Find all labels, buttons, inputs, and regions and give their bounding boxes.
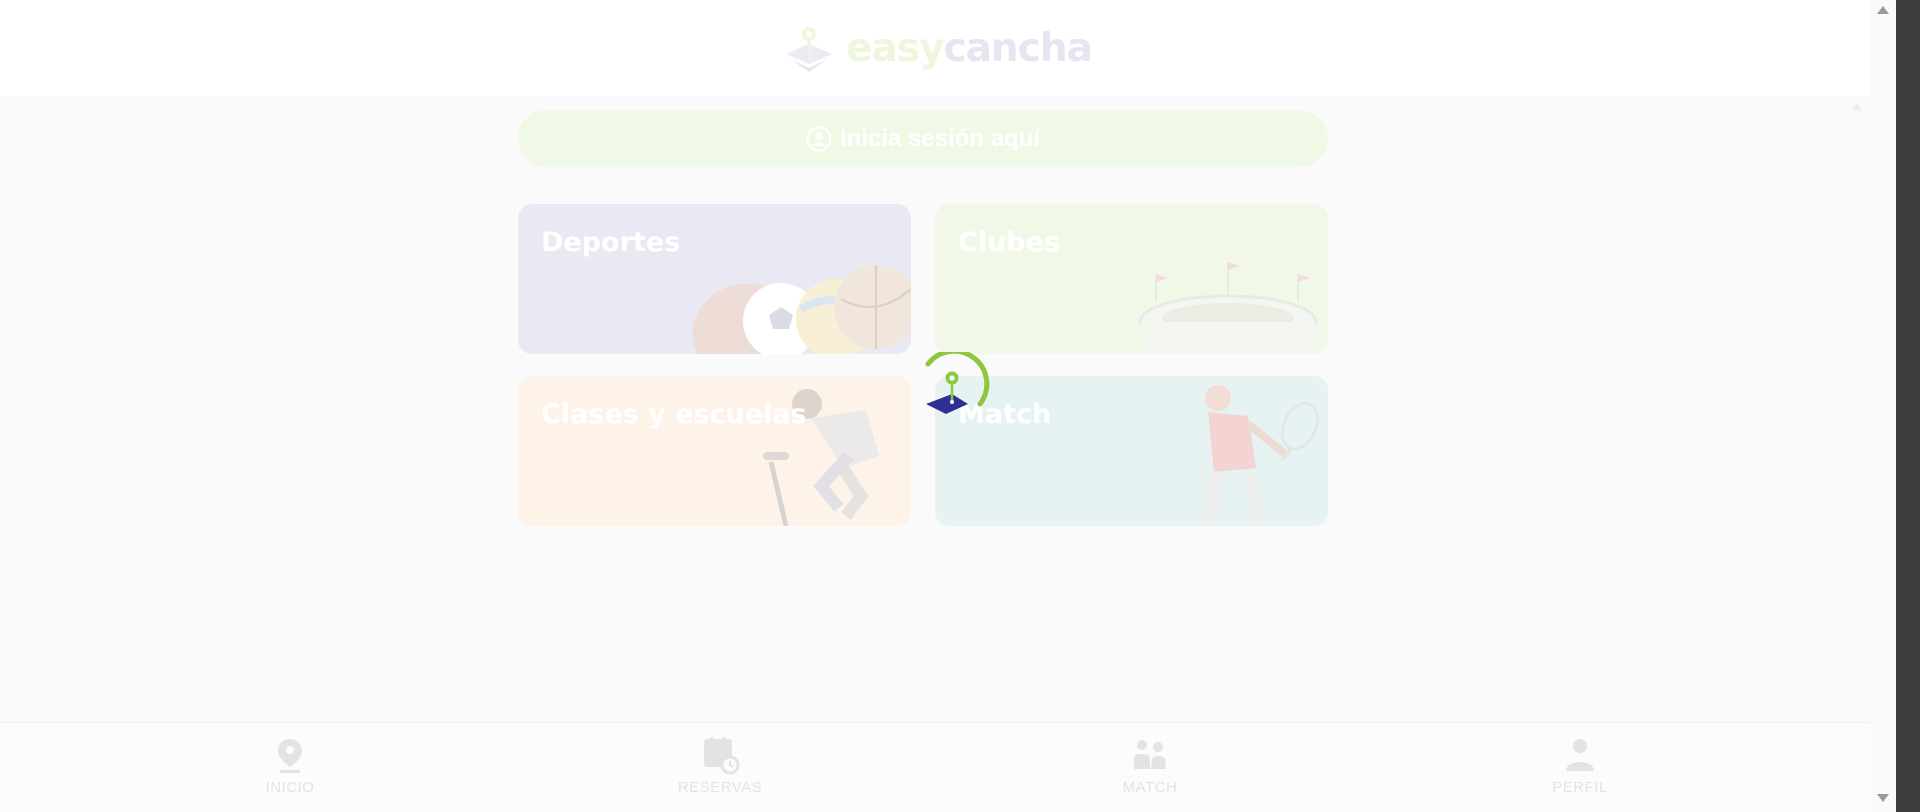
calendar-clock-icon	[704, 737, 740, 775]
nav-match[interactable]: MATCH	[1080, 735, 1220, 796]
card-match[interactable]: Match	[935, 376, 1328, 526]
login-button[interactable]: Inicia sesión aquí	[518, 110, 1328, 167]
location-pin-icon	[278, 739, 302, 773]
spinner-logo-icon	[925, 352, 990, 414]
brand-name-cancha: cancha	[943, 25, 1093, 71]
brand-name: easycancha	[846, 25, 1093, 71]
card-clases[interactable]: Clases y escuelas	[518, 376, 911, 526]
nav-perfil[interactable]: PERFIL	[1510, 735, 1650, 796]
inner-scroll-up-arrow-icon[interactable]	[1852, 104, 1862, 110]
card-clubes-title: Clubes	[958, 227, 1061, 258]
nav-inicio[interactable]: INICIO	[220, 735, 360, 796]
nav-reservas-label: RESERVAS	[677, 779, 763, 796]
brand-name-easy: easy	[846, 25, 944, 71]
nav-perfil-label: PERFIL	[1552, 779, 1608, 796]
sports-balls-icon	[692, 265, 911, 354]
nav-match-label: MATCH	[1122, 779, 1178, 796]
card-clubes[interactable]: Clubes	[935, 204, 1328, 354]
tennis-player-illustration-icon	[1201, 385, 1320, 526]
card-deportes-title: Deportes	[541, 227, 681, 258]
login-label: Inicia sesión aquí	[839, 124, 1041, 152]
user-icon	[1566, 739, 1594, 771]
bottom-nav: INICIO RESERVAS MATCH PERFIL	[0, 722, 1870, 812]
nav-inicio-label: INICIO	[265, 779, 315, 796]
nav-reservas[interactable]: RESERVAS	[650, 735, 790, 796]
logo-pin-icon	[786, 27, 833, 72]
scroll-down-arrow-icon[interactable]	[1877, 794, 1889, 802]
people-icon	[1134, 740, 1166, 769]
card-deportes[interactable]: Deportes	[518, 204, 911, 354]
card-clases-title: Clases y escuelas	[541, 399, 807, 430]
page-scrollbar[interactable]	[1870, 0, 1896, 812]
stadium-icon	[1138, 262, 1318, 354]
scroll-up-arrow-icon[interactable]	[1877, 6, 1889, 14]
header: easycancha	[0, 0, 1870, 96]
brand-logo[interactable]: easycancha	[784, 24, 1093, 72]
user-circle-icon	[806, 125, 832, 152]
window-edge	[1896, 0, 1920, 812]
